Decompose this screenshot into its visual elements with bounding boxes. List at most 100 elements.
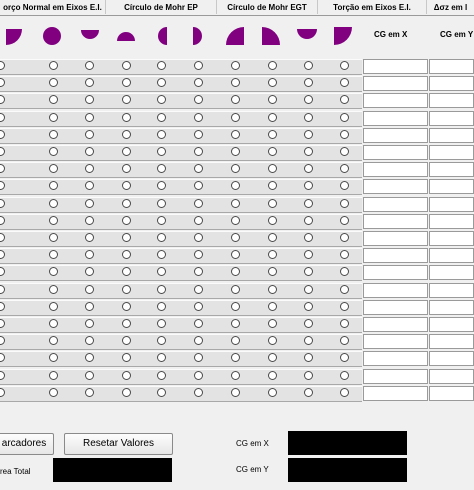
shape-radio[interactable] <box>157 112 166 122</box>
shape-radio[interactable] <box>85 112 94 122</box>
shape-radio[interactable] <box>304 129 313 139</box>
shape-radio[interactable] <box>231 284 240 294</box>
cg-y-field[interactable] <box>429 110 474 126</box>
cg-x-field[interactable] <box>363 59 428 74</box>
shape-radio[interactable] <box>194 129 203 139</box>
cg-x-field[interactable] <box>363 127 428 143</box>
shape-radio[interactable] <box>268 233 277 242</box>
cg-y-field[interactable] <box>429 127 474 143</box>
cg-x-field[interactable] <box>363 76 428 92</box>
cg-x-field[interactable] <box>363 231 428 246</box>
shape-radio[interactable] <box>304 147 313 156</box>
shape-radio[interactable] <box>157 370 166 380</box>
cg-x-field[interactable] <box>363 213 428 229</box>
shape-radio[interactable] <box>122 370 131 380</box>
shape-radio[interactable] <box>231 387 240 397</box>
shape-radio[interactable] <box>340 233 349 242</box>
shape-radio[interactable] <box>85 319 94 328</box>
cg-y-field[interactable] <box>429 317 474 332</box>
shape-radio[interactable] <box>231 112 240 122</box>
cg-x-field[interactable] <box>363 196 428 212</box>
shape-radio[interactable] <box>85 129 94 139</box>
shape-radio[interactable] <box>49 233 58 242</box>
shape-radio[interactable] <box>340 129 349 139</box>
shape-radio[interactable] <box>122 61 131 70</box>
shape-radio[interactable] <box>49 147 58 156</box>
markers-button[interactable]: arcadores <box>0 433 54 455</box>
shape-radio[interactable] <box>85 284 94 294</box>
shape-radio[interactable] <box>194 301 203 311</box>
shape-radio[interactable] <box>194 387 203 397</box>
cg-x-field[interactable] <box>363 162 428 178</box>
shape-radio[interactable] <box>194 284 203 294</box>
shape-radio[interactable] <box>231 198 240 208</box>
cg-x-field[interactable] <box>363 248 428 264</box>
shape-radio[interactable] <box>157 61 166 70</box>
cg-y-field[interactable] <box>429 265 474 281</box>
shape-radio[interactable] <box>157 301 166 311</box>
cg-y-field[interactable] <box>429 299 474 315</box>
cg-y-field[interactable] <box>429 334 474 350</box>
cg-x-field[interactable] <box>363 179 428 195</box>
shape-radio[interactable] <box>122 198 131 208</box>
shape-radio[interactable] <box>304 387 313 397</box>
cg-y-field[interactable] <box>429 179 474 195</box>
cg-x-field[interactable] <box>363 299 428 315</box>
tab-torsion[interactable]: Torção em Eixos E.I. <box>318 0 427 14</box>
shape-radio[interactable] <box>49 112 58 122</box>
shape-radio[interactable] <box>304 112 313 122</box>
shape-radio[interactable] <box>85 387 94 397</box>
shape-radio[interactable] <box>85 198 94 208</box>
shape-radio[interactable] <box>85 301 94 311</box>
shape-radio[interactable] <box>194 233 203 242</box>
shape-radio[interactable] <box>340 387 349 397</box>
shape-radio[interactable] <box>231 319 240 328</box>
shape-radio[interactable] <box>85 61 94 70</box>
shape-radio[interactable] <box>231 61 240 70</box>
shape-radio[interactable] <box>268 61 277 70</box>
shape-radio[interactable] <box>157 198 166 208</box>
shape-radio[interactable] <box>85 215 94 225</box>
cg-y-field[interactable] <box>429 162 474 178</box>
tab-mohr-egt[interactable]: Círculo de Mohr EGT <box>217 0 318 14</box>
shape-radio[interactable] <box>268 147 277 156</box>
reset-values-button[interactable]: Resetar Valores <box>64 433 173 455</box>
shape-radio[interactable] <box>268 112 277 122</box>
shape-radio[interactable] <box>231 147 240 156</box>
shape-radio[interactable] <box>231 215 240 225</box>
cg-y-field[interactable] <box>429 213 474 229</box>
shape-radio[interactable] <box>340 319 349 328</box>
cg-x-field[interactable] <box>363 385 428 401</box>
shape-radio[interactable] <box>194 319 203 328</box>
shape-radio[interactable] <box>340 112 349 122</box>
shape-radio[interactable] <box>231 370 240 380</box>
shape-radio[interactable] <box>304 233 313 242</box>
cg-x-field[interactable] <box>363 265 428 281</box>
shape-radio[interactable] <box>157 387 166 397</box>
shape-radio[interactable] <box>340 61 349 70</box>
shape-radio[interactable] <box>268 370 277 380</box>
cg-y-field[interactable] <box>429 145 474 160</box>
cg-x-field[interactable] <box>363 368 428 384</box>
cg-y-field[interactable] <box>429 248 474 264</box>
cg-y-field[interactable] <box>429 196 474 212</box>
cg-x-field[interactable] <box>363 317 428 332</box>
shape-radio[interactable] <box>340 284 349 294</box>
shape-radio[interactable] <box>122 112 131 122</box>
cg-y-field[interactable] <box>429 231 474 246</box>
cg-x-field[interactable] <box>363 93 428 109</box>
shape-radio[interactable] <box>49 319 58 328</box>
shape-radio[interactable] <box>49 129 58 139</box>
shape-radio[interactable] <box>304 284 313 294</box>
shape-radio[interactable] <box>268 387 277 397</box>
cg-y-field[interactable] <box>429 76 474 92</box>
shape-radio[interactable] <box>268 198 277 208</box>
cg-x-field[interactable] <box>363 351 428 367</box>
shape-radio[interactable] <box>194 147 203 156</box>
cg-y-field[interactable] <box>429 59 474 74</box>
shape-radio[interactable] <box>122 233 131 242</box>
shape-radio[interactable] <box>157 129 166 139</box>
cg-y-field[interactable] <box>429 368 474 384</box>
cg-y-field[interactable] <box>429 385 474 401</box>
cg-x-field[interactable] <box>363 282 428 298</box>
